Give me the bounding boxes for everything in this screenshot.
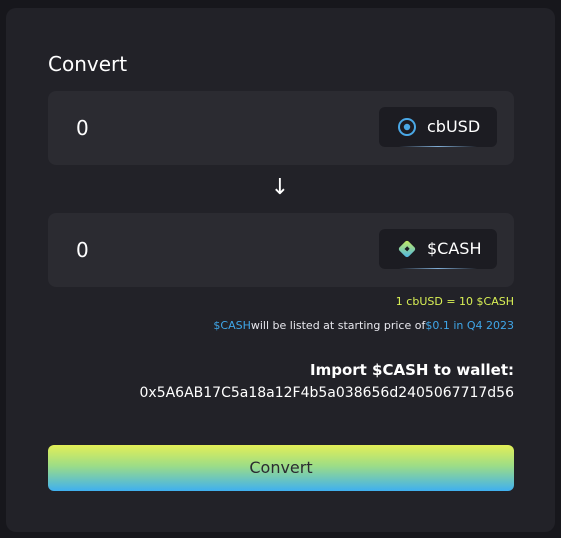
- from-amount-field[interactable]: 0 cbUSD: [48, 91, 514, 165]
- convert-button[interactable]: Convert: [48, 445, 514, 491]
- listing-text: will be listed at starting price of: [250, 319, 426, 332]
- import-wallet-title: Import $CASH to wallet:: [310, 361, 514, 379]
- exchange-rate-text: 1 cbUSD = 10 $CASH: [395, 295, 514, 308]
- from-token-selector[interactable]: cbUSD: [379, 107, 497, 147]
- cbusd-coin-icon: [398, 118, 416, 136]
- listing-token: $CASH: [213, 319, 251, 332]
- token-contract-address[interactable]: 0x5A6AB17C5a18a12F4b5a038656d2405067717d…: [140, 383, 515, 403]
- to-amount-input[interactable]: 0: [76, 237, 89, 263]
- listing-price: $0.1 in Q4 2023: [425, 319, 514, 332]
- to-amount-field[interactable]: 0 $CASH: [48, 213, 514, 287]
- from-token-label: cbUSD: [427, 117, 481, 136]
- to-token-label: $CASH: [427, 239, 482, 258]
- arrow-down-icon: ↓: [270, 175, 290, 200]
- listing-notice: $CASHwill be listed at starting price of…: [213, 319, 514, 333]
- cash-diamond-icon: [398, 240, 416, 258]
- convert-card: Convert 0 cbUSD ↓ 0 $CASH 1 cbUSD = 10 $…: [6, 8, 555, 532]
- panel-title: Convert: [48, 52, 128, 76]
- from-amount-input[interactable]: 0: [76, 115, 89, 141]
- to-token-selector[interactable]: $CASH: [379, 229, 497, 269]
